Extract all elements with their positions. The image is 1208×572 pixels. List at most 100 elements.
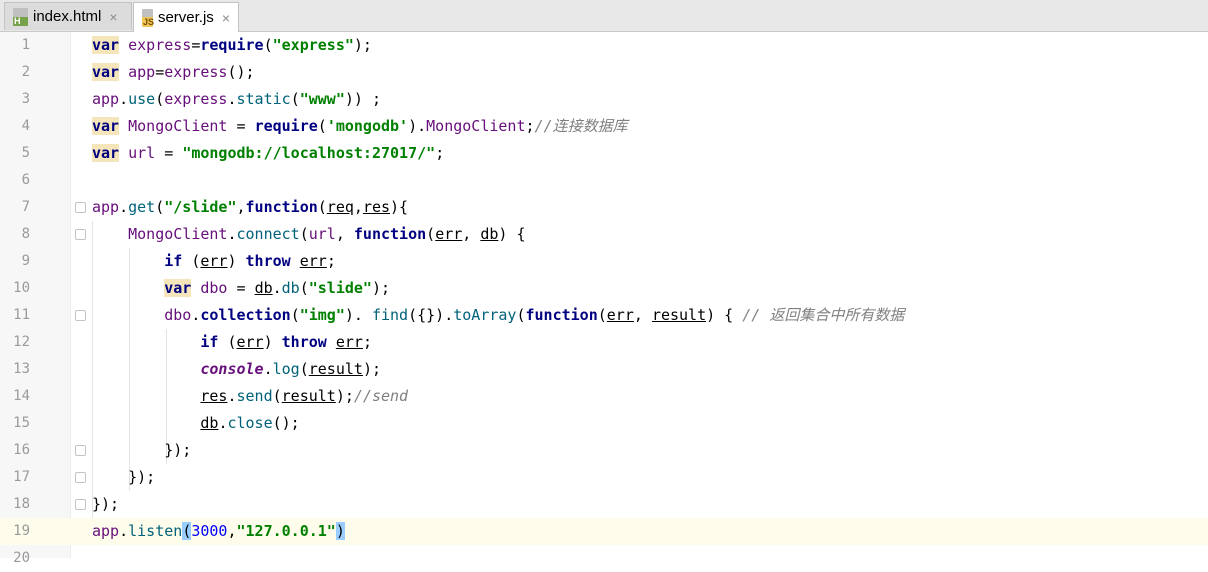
line-number: 8 [21,226,30,242]
code-token: err [236,333,264,351]
code-token: close [227,414,273,432]
code-text: var MongoClient = require('mongodb').Mon… [92,113,628,140]
code-token: "img" [299,306,345,324]
code-token: ( [263,36,273,54]
code-line[interactable]: 14 res.send(result);//send [0,383,1208,410]
code-token: ). [344,306,363,324]
code-line[interactable]: 2 var app=express(); [0,59,1208,86]
code-token: var [92,36,120,54]
code-token: throw [281,333,327,351]
code-token: log [272,360,300,378]
code-token: ; [362,333,372,351]
code-token: . [119,198,129,216]
code-token: ) [263,333,282,351]
code-token: result [308,360,363,378]
code-token: ( [290,306,300,324]
code-token: use [128,90,156,108]
code-token: . [227,225,237,243]
fold-marker-icon[interactable] [75,445,86,456]
code-line[interactable]: 17 }); [0,464,1208,491]
fold-marker-icon[interactable] [75,229,86,240]
code-token: ( [317,198,327,216]
code-line[interactable]: 7 app.get("/slide",function(req,res){ [0,194,1208,221]
code-token: ( [182,522,192,540]
code-line[interactable]: 15 db.close(); [0,410,1208,437]
code-token: , [633,306,652,324]
code-line[interactable]: 6 [0,167,1208,194]
code-token: ( [155,90,165,108]
tab-server-js[interactable]: JS server.js × [133,2,239,32]
code-token: ( [290,90,300,108]
code-line[interactable]: 5 var url = "mongodb://localhost:27017/"; [0,140,1208,167]
fold-marker-icon[interactable] [75,472,86,483]
code-token: 3000 [191,522,228,540]
code-token: ( [299,360,309,378]
code-token: MongoClient [426,117,526,135]
code-token: collection [200,306,291,324]
code-token: function [245,198,318,216]
code-line[interactable]: 19 app.listen(3000,"127.0.0.1") [0,518,1208,545]
close-icon[interactable]: × [109,9,117,25]
code-token: db [200,414,219,432]
code-line[interactable]: 4 var MongoClient = require('mongodb').Mo… [0,113,1208,140]
line-number: 4 [21,118,30,134]
code-token: // 返回集合中所有数据 [742,306,905,324]
code-token: err [435,225,463,243]
fold-marker-icon[interactable] [75,202,86,213]
editor-tab-bar: H index.html × JS server.js × [0,0,1208,32]
code-token: = [155,63,165,81]
line-number: 6 [21,172,30,188]
code-token: static [236,90,291,108]
fold-marker-icon[interactable] [75,310,86,321]
code-text: res.send(result);//send [92,383,408,410]
code-token: app [92,198,120,216]
code-token: ({}). [408,306,454,324]
code-editor[interactable]: 1 var express=require("express"); 2 var app… [0,32,1208,566]
code-token: res [200,387,228,405]
line-number: 20 [13,550,30,566]
code-token: app [128,63,156,81]
code-line[interactable]: 3 app.use(express.static("www")) ; [0,86,1208,113]
code-line[interactable]: 12 if (err) throw err; [0,329,1208,356]
code-line[interactable]: 13 console.log(result); [0,356,1208,383]
code-line[interactable]: 16 }); [0,437,1208,464]
close-icon[interactable]: × [222,10,230,26]
code-token: ( [597,306,607,324]
code-line[interactable]: 8 MongoClient.connect(url, function(err,… [0,221,1208,248]
code-token: var [164,279,192,297]
code-token: err [606,306,634,324]
code-line[interactable]: 18}); [0,491,1208,518]
code-token: ); [371,279,391,297]
code-token: ); [362,360,381,378]
tab-index-html[interactable]: H index.html × [4,2,132,30]
line-number: 9 [21,253,30,269]
code-token: ( [155,198,165,216]
code-token: err [335,333,363,351]
fold-marker-icon[interactable] [75,499,86,510]
code-token: ( [299,279,309,297]
code-line[interactable]: 1 var express=require("express"); [0,32,1208,59]
line-number: 14 [13,388,30,404]
code-token: if [164,252,183,270]
code-line[interactable]: 9 if (err) throw err; [0,248,1208,275]
code-line[interactable]: 20 [0,545,1208,572]
code-token: }); [128,468,156,486]
code-token: 'mongodb' [326,117,409,135]
code-token: app [92,90,120,108]
code-text: }); [92,437,191,464]
code-token: send [236,387,273,405]
code-text: var app=express(); [92,59,255,86]
code-token: function [525,306,598,324]
line-number: 17 [13,469,30,485]
code-token: req [326,198,354,216]
code-line[interactable]: 11 dbo.collection("img"). find({}).toArr… [0,302,1208,329]
code-token: console [200,360,264,378]
code-line[interactable]: 10 var dbo = db.db("slide"); [0,275,1208,302]
